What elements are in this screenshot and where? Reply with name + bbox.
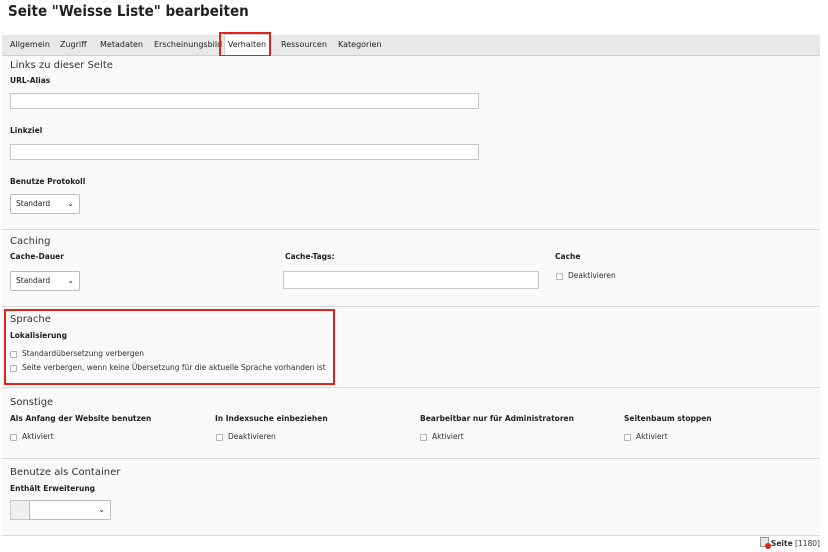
indexsuche-checkbox[interactable] <box>216 434 223 441</box>
links-panel: Links zu dieser Seite URL-Alias Linkziel… <box>2 56 820 230</box>
cache-label: Cache <box>555 252 581 261</box>
page-title: Seite "Weisse Liste" bearbeiten <box>8 2 249 20</box>
cache-tags-label: Cache-Tags: <box>285 252 335 261</box>
cache-tags-input[interactable] <box>283 271 539 289</box>
erweiterung-icon-box <box>10 500 30 520</box>
nur-admin-checkbox[interactable] <box>420 434 427 441</box>
erweiterung-select[interactable]: ⌄ <box>29 500 111 520</box>
seitenbaum-checkbox-label: Aktiviert <box>636 432 668 441</box>
section-title-caching: Caching <box>10 236 51 247</box>
tab-kategorien[interactable]: Kategorien <box>338 35 382 55</box>
protokoll-select-value: Standard <box>16 199 51 208</box>
cache-dauer-select[interactable]: Standard ⌄ <box>10 271 80 291</box>
page-doc-icon <box>759 537 771 549</box>
sonstige-panel: Sonstige Als Anfang der Website benutzen… <box>2 388 820 459</box>
section-title-sonstige: Sonstige <box>10 397 54 408</box>
nur-admin-checkbox-label: Aktiviert <box>432 432 464 441</box>
erweiterung-label: Enthält Erweiterung <box>10 484 96 493</box>
section-title-links: Links zu dieser Seite <box>10 60 113 71</box>
caching-panel: Caching Cache-Dauer Standard ⌄ Cache-Tag… <box>2 230 820 307</box>
cache-dauer-select-value: Standard <box>16 276 51 285</box>
indexsuche-checkbox-label: Deaktivieren <box>228 432 276 441</box>
linkziel-input[interactable] <box>10 144 479 160</box>
protokoll-label: Benutze Protokoll <box>10 177 86 186</box>
linkziel-label: Linkziel <box>10 126 43 135</box>
footer-record-info: Seite [1180] <box>759 537 820 549</box>
footer-id: [1180] <box>795 539 820 548</box>
anfang-website-checkbox-label: Aktiviert <box>22 432 54 441</box>
cache-deaktivieren-label: Deaktivieren <box>568 271 616 280</box>
chevron-down-icon: ⌄ <box>98 505 105 514</box>
footer-label: Seite <box>770 539 793 548</box>
container-panel: Benutze als Container Enthält Erweiterun… <box>2 459 820 536</box>
chevron-down-icon: ⌄ <box>67 276 74 285</box>
cache-dauer-label: Cache-Dauer <box>10 252 64 261</box>
tab-zugriff[interactable]: Zugriff <box>60 35 87 55</box>
seitenbaum-label: Seitenbaum stoppen <box>624 414 712 423</box>
url-alias-input[interactable] <box>10 93 479 109</box>
tab-allgemein[interactable]: Allgemein <box>10 35 50 55</box>
url-alias-label: URL-Alias <box>10 76 51 85</box>
indexsuche-label: In Indexsuche einbeziehen <box>215 414 328 423</box>
chevron-down-icon: ⌄ <box>67 199 74 208</box>
seitenbaum-checkbox[interactable] <box>624 434 631 441</box>
tab-erscheinungsbild[interactable]: Erscheinungsbild <box>154 35 222 55</box>
tab-highlight <box>219 32 271 57</box>
tab-metadaten[interactable]: Metadaten <box>100 35 143 55</box>
protokoll-select[interactable]: Standard ⌄ <box>10 194 80 214</box>
tab-ressourcen[interactable]: Ressourcen <box>281 35 327 55</box>
nur-admin-label: Bearbeitbar nur für Administratoren <box>420 414 574 423</box>
tab-bar: Allgemein Zugriff Metadaten Erscheinungs… <box>2 34 820 57</box>
anfang-website-checkbox[interactable] <box>10 434 17 441</box>
cache-deaktivieren-checkbox[interactable] <box>556 273 563 280</box>
anfang-website-label: Als Anfang der Website benutzen <box>10 414 152 423</box>
section-title-container: Benutze als Container <box>10 467 121 478</box>
sprache-highlight <box>4 309 335 385</box>
